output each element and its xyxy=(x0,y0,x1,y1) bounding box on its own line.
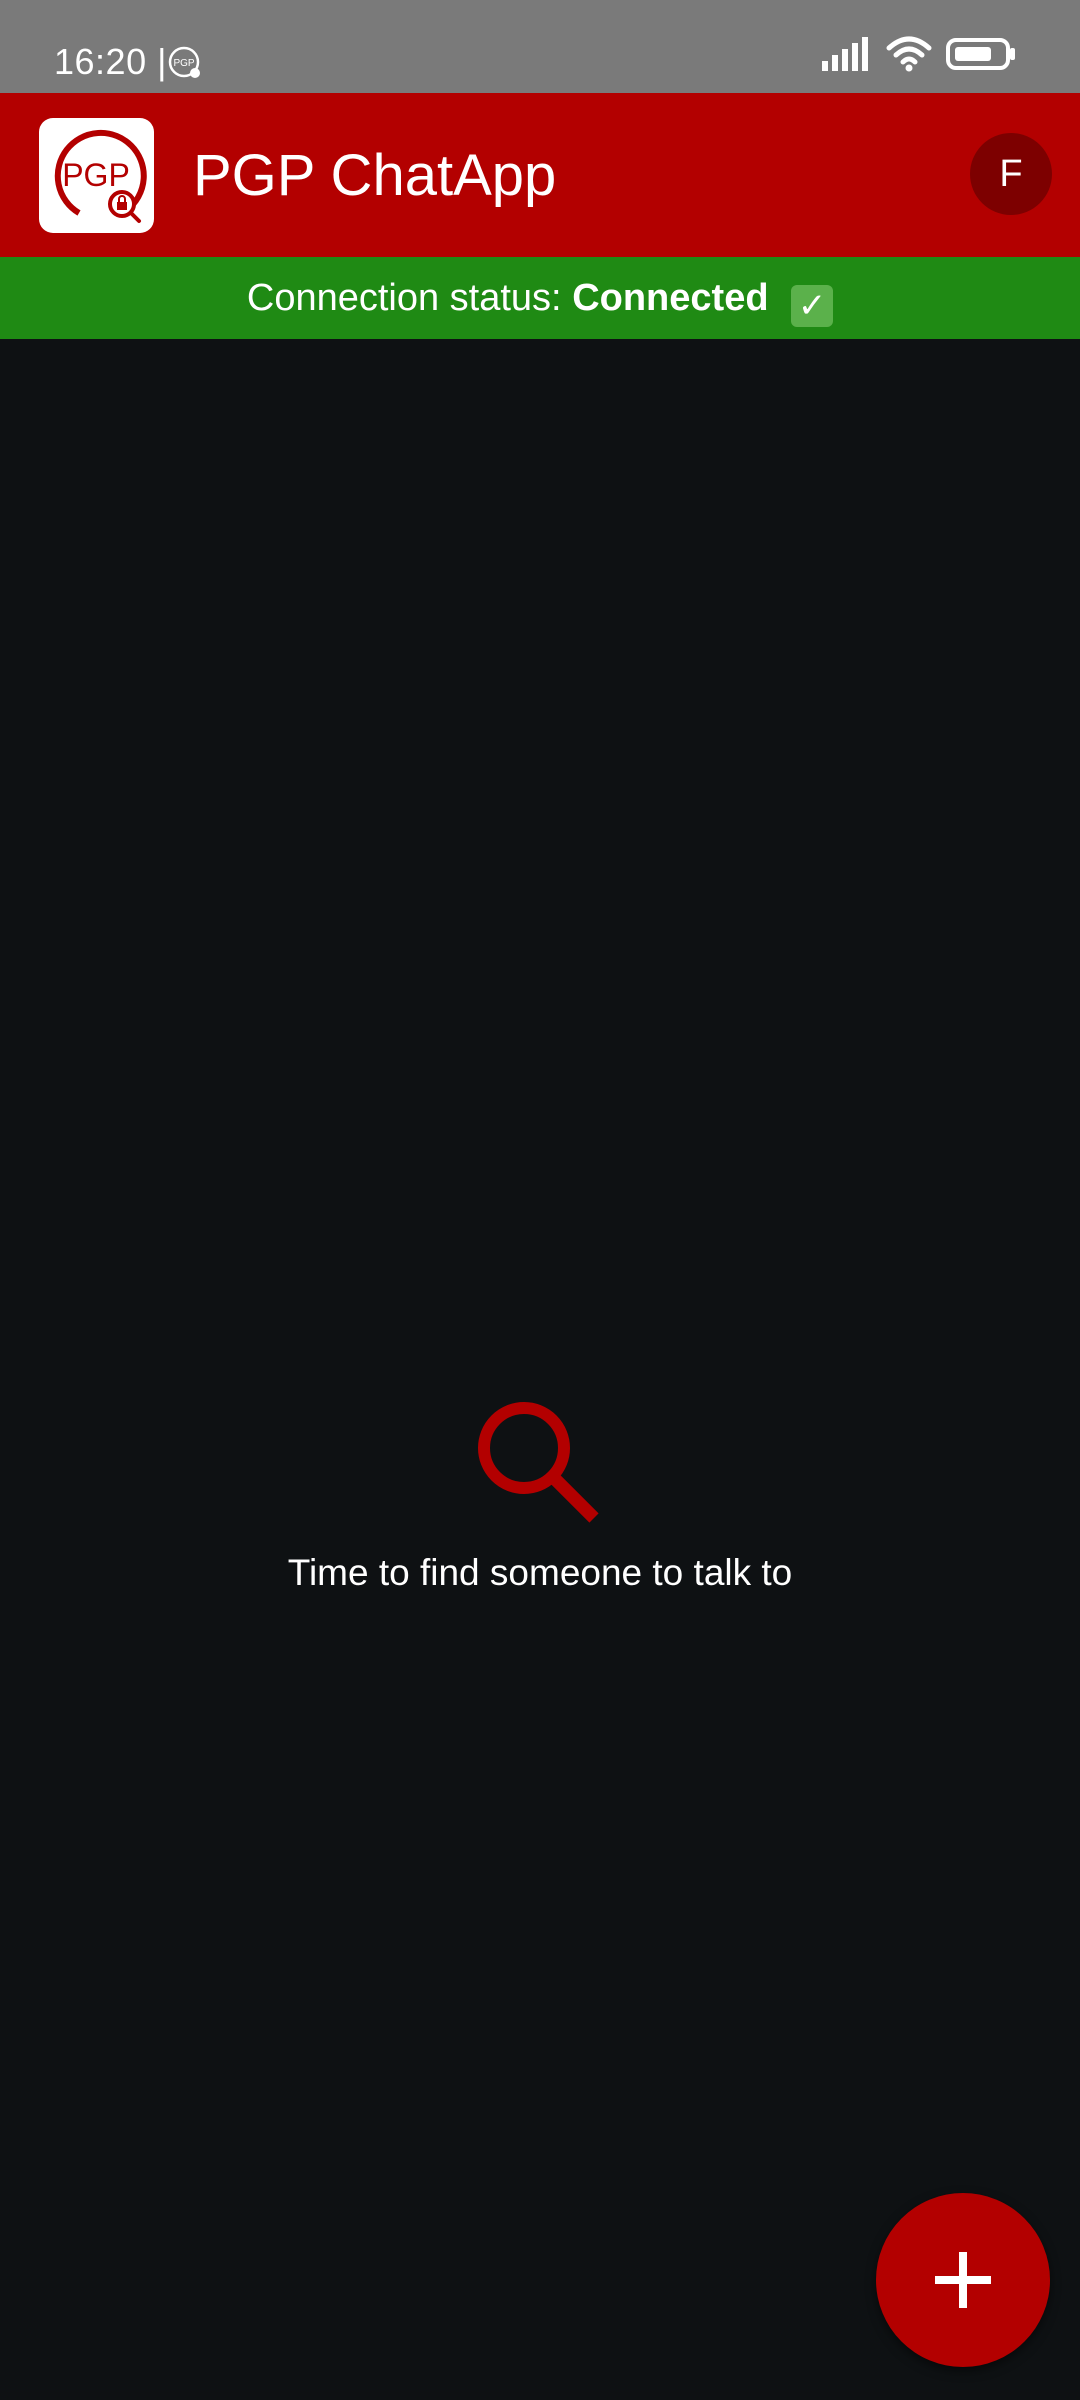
connection-status-value: Connected xyxy=(572,277,769,319)
status-bar: 16:20 | PGP xyxy=(0,0,1080,93)
connection-status-bar: Connection status: Connected ✓ xyxy=(0,257,1080,339)
app-logo-text: PGP xyxy=(62,157,130,193)
user-avatar[interactable]: F xyxy=(970,133,1052,215)
svg-text:PGP: PGP xyxy=(173,58,194,69)
wifi-icon xyxy=(886,36,932,77)
status-icons xyxy=(822,36,1016,76)
connection-status-label: Connection status: xyxy=(246,277,562,319)
search-icon xyxy=(476,1400,604,1528)
battery-icon xyxy=(946,37,1016,76)
empty-state-message: Time to find someone to talk to xyxy=(287,1552,793,1593)
signal-icon xyxy=(822,36,872,76)
pgp-notification-icon: PGP xyxy=(167,45,203,81)
app-title: PGP ChatApp xyxy=(193,143,557,208)
app-bar: PGP PGP ChatApp F xyxy=(0,93,1080,257)
chat-list-screen: 16:20 | PGP PGP PGP ChatApp F Connection… xyxy=(0,0,1080,2400)
plus-icon xyxy=(935,2252,991,2308)
status-time: 16:20 | xyxy=(54,41,167,82)
new-chat-button[interactable] xyxy=(876,2193,1050,2367)
app-logo-icon: PGP xyxy=(39,118,154,233)
empty-state: Time to find someone to talk to xyxy=(0,1400,1080,1596)
check-mark-icon: ✓ xyxy=(791,285,834,327)
